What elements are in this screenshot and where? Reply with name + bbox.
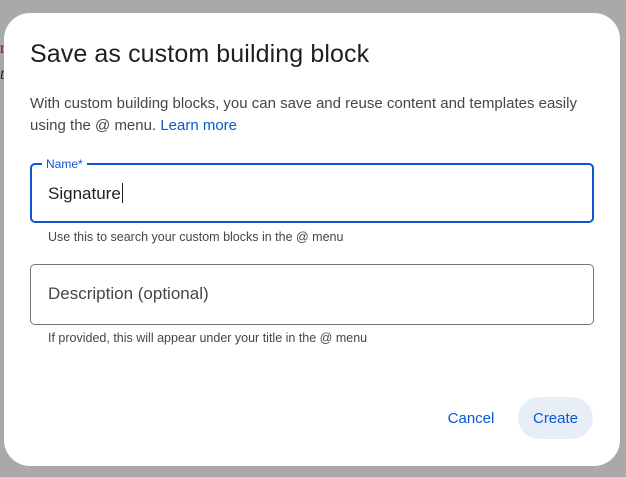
description-input[interactable]: Description (optional): [30, 264, 594, 325]
name-field-label: Name*: [42, 156, 87, 172]
dialog-title: Save as custom building block: [30, 40, 370, 68]
name-input[interactable]: Name* Signature: [30, 156, 594, 223]
description-placeholder: Description (optional): [48, 284, 209, 303]
intro-text: With custom building blocks, you can sav…: [30, 95, 577, 134]
cancel-button[interactable]: Cancel: [432, 397, 510, 439]
learn-more-link[interactable]: Learn more: [160, 117, 237, 134]
text-cursor: [121, 183, 123, 203]
dialog-description: With custom building blocks, you can sav…: [30, 93, 590, 137]
name-field-value[interactable]: Signature: [48, 183, 123, 204]
description-field-helper: If provided, this will appear under your…: [48, 331, 368, 345]
name-value-text: Signature: [48, 184, 121, 203]
name-field-helper: Use this to search your custom blocks in…: [48, 230, 344, 244]
create-button[interactable]: Create: [518, 397, 593, 439]
save-building-block-dialog: Save as custom building block With custo…: [4, 13, 620, 466]
